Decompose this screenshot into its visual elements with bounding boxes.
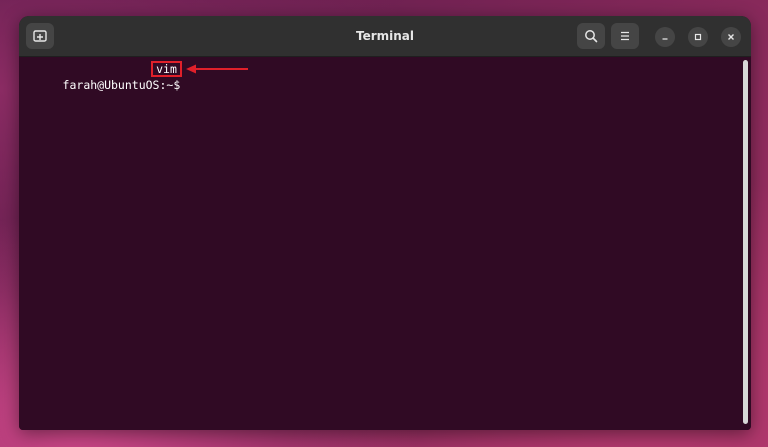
new-tab-icon xyxy=(33,30,47,42)
highlighted-command: vim xyxy=(151,61,182,77)
vertical-scrollbar[interactable] xyxy=(743,60,748,424)
maximize-button[interactable] xyxy=(688,27,708,47)
close-icon xyxy=(728,34,734,40)
minimize-button[interactable] xyxy=(655,27,675,47)
minimize-icon xyxy=(662,38,668,40)
window-title: Terminal xyxy=(355,29,415,43)
shell-prompt: farah@UbuntuOS:~$ xyxy=(62,78,188,92)
new-tab-button[interactable] xyxy=(26,23,54,49)
annotation-arrow-icon xyxy=(186,64,248,74)
menu-button[interactable] xyxy=(611,23,639,49)
hamburger-menu-icon xyxy=(621,31,629,41)
terminal-window: Terminal farah@UbuntuOS:~$ vim xyxy=(19,16,751,430)
search-button[interactable] xyxy=(577,23,605,49)
title-bar: Terminal xyxy=(19,16,751,57)
maximize-icon xyxy=(694,33,702,41)
close-button[interactable] xyxy=(721,27,741,47)
prompt-line: farah@UbuntuOS:~$ vim xyxy=(21,61,248,92)
terminal-output-area[interactable]: farah@UbuntuOS:~$ vim xyxy=(19,57,751,430)
search-icon xyxy=(585,30,598,43)
